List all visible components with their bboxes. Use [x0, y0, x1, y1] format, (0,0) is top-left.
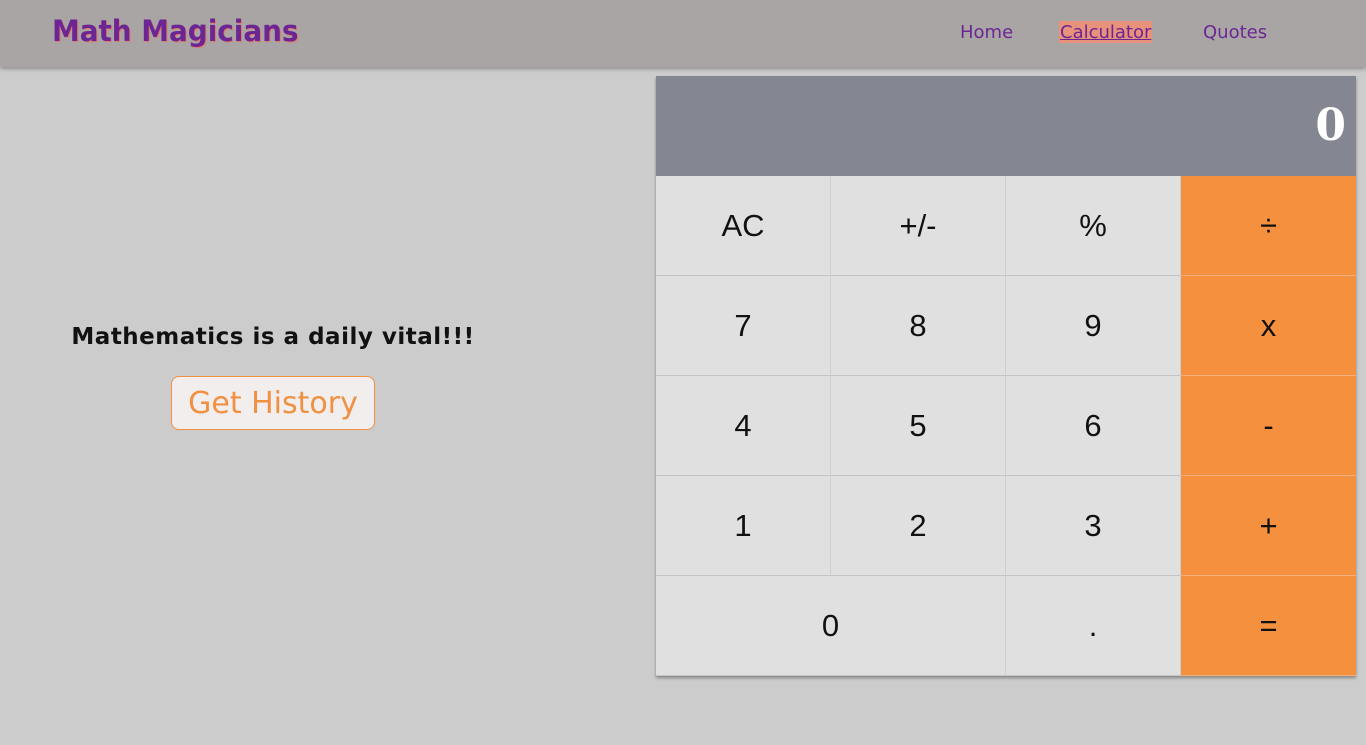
key-plus-minus[interactable]: +/-: [831, 176, 1006, 276]
key-7[interactable]: 7: [656, 276, 831, 376]
calculator-display: 0: [656, 76, 1356, 176]
tagline: Mathematics is a daily vital!!!: [71, 324, 475, 350]
key-multiply[interactable]: x: [1181, 276, 1356, 376]
key-decimal[interactable]: .: [1006, 576, 1181, 676]
navbar: Math Magicians Home Calculator Quotes: [0, 0, 1366, 67]
calculator: 0 AC +/- % ÷ 7 8 9 x 4 5 6 - 1 2 3 + 0 .…: [656, 76, 1356, 676]
key-plus[interactable]: +: [1181, 476, 1356, 576]
key-1[interactable]: 1: [656, 476, 831, 576]
nav-link-calculator[interactable]: Calculator: [1059, 21, 1153, 43]
nav-link-quotes[interactable]: Quotes: [1203, 21, 1267, 45]
key-3[interactable]: 3: [1006, 476, 1181, 576]
nav-link-home[interactable]: Home: [960, 21, 1013, 45]
key-percent[interactable]: %: [1006, 176, 1181, 276]
key-2[interactable]: 2: [831, 476, 1006, 576]
key-6[interactable]: 6: [1006, 376, 1181, 476]
key-ac[interactable]: AC: [656, 176, 831, 276]
key-5[interactable]: 5: [831, 376, 1006, 476]
key-minus[interactable]: -: [1181, 376, 1356, 476]
key-divide[interactable]: ÷: [1181, 176, 1356, 276]
key-9[interactable]: 9: [1006, 276, 1181, 376]
key-4[interactable]: 4: [656, 376, 831, 476]
key-equals[interactable]: =: [1181, 576, 1356, 676]
nav-links: Home Calculator Quotes: [0, 21, 1366, 47]
key-0[interactable]: 0: [656, 576, 1006, 676]
key-8[interactable]: 8: [831, 276, 1006, 376]
get-history-button[interactable]: Get History: [171, 376, 375, 430]
